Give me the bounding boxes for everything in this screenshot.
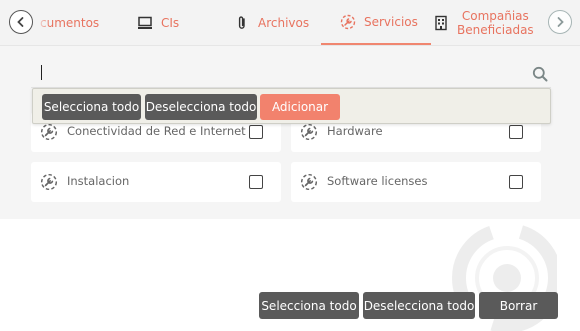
clear-button[interactable]: Borrar: [479, 292, 558, 319]
deselect-all-button[interactable]: Deselecciona todo: [145, 94, 257, 120]
paperclip-icon: [233, 14, 251, 32]
tab-label: Compañias Beneficiadas: [457, 9, 534, 37]
tab-label: Servicios: [364, 14, 418, 29]
service-label: Instalacion: [67, 174, 130, 188]
tab-label-line1: Compañias: [461, 8, 529, 23]
service-item[interactable]: Software licenses: [291, 162, 541, 202]
chevron-right-icon: [557, 17, 564, 27]
scroll-right-button[interactable]: [548, 10, 572, 34]
service-icon: [40, 123, 58, 141]
service-checkbox[interactable]: [509, 175, 523, 189]
service-icon: [300, 123, 318, 141]
tab-label: Archivos: [258, 15, 310, 30]
service-checkbox[interactable]: [249, 175, 263, 189]
search-icon[interactable]: [532, 66, 548, 82]
select-all-button[interactable]: Selecciona todo: [42, 94, 141, 120]
service-checkbox[interactable]: [249, 125, 263, 139]
tab-cis[interactable]: CIs: [136, 0, 179, 45]
service-label: Software licenses: [327, 174, 428, 188]
service-icon: [40, 173, 58, 191]
service-checkbox[interactable]: [509, 125, 523, 139]
tab-archivos[interactable]: Archivos: [233, 0, 309, 45]
tab-label: CIs: [161, 15, 180, 30]
selection-toolbar: Selecciona todo Deselecciona todo Adicio…: [32, 88, 551, 124]
text-caret: [41, 65, 42, 80]
chevron-left-icon: [17, 17, 24, 27]
building-icon: [432, 14, 450, 32]
service-label: Hardware: [327, 124, 383, 138]
add-button[interactable]: Adicionar: [260, 94, 340, 120]
computer-icon: [136, 14, 154, 32]
tab-companias-beneficiadas[interactable]: Compañias Beneficiadas: [432, 0, 534, 45]
service-icon: [300, 173, 318, 191]
service-label: Conectividad de Red e Internet: [67, 124, 246, 138]
tab-label-line2: Beneficiadas: [457, 22, 534, 37]
footer-select-all-button[interactable]: Selecciona todo: [259, 292, 359, 319]
service-item[interactable]: Instalacion: [31, 162, 281, 202]
tab-bar: cumentos CIs Archivos Servicios Compañia…: [0, 0, 580, 46]
service-icon: [339, 13, 357, 31]
tab-fade-left: [36, 0, 50, 45]
scroll-left-button[interactable]: [9, 10, 33, 34]
footer-deselect-all-button[interactable]: Deselecciona todo: [363, 292, 475, 319]
tab-servicios[interactable]: Servicios: [321, 0, 431, 45]
search-input[interactable]: [31, 62, 551, 88]
